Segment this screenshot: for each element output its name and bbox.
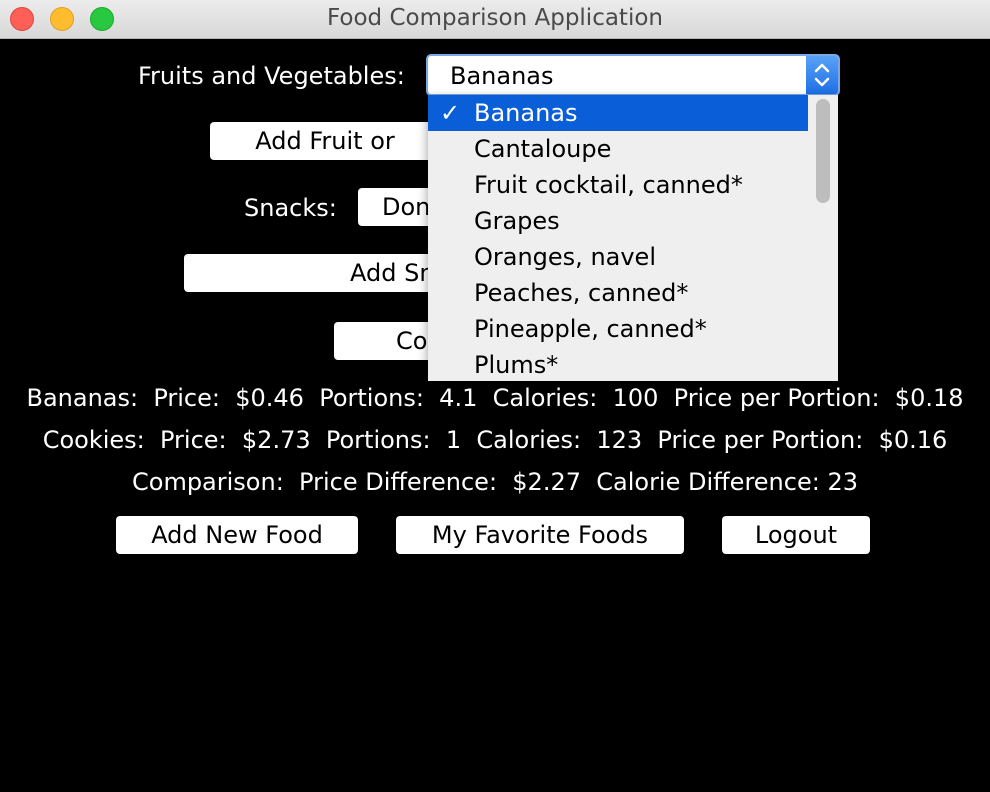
checkmark-icon: ✓ bbox=[440, 99, 461, 127]
fruits-combo-box[interactable]: Bananas bbox=[426, 54, 840, 96]
dropdown-option-peaches[interactable]: Peaches, canned* bbox=[428, 275, 808, 311]
snacks-combo-value: Don bbox=[382, 193, 431, 221]
dropdown-option-fruit-cocktail[interactable]: Fruit cocktail, canned* bbox=[428, 167, 808, 203]
logout-button[interactable]: Logout bbox=[722, 516, 870, 554]
snacks-label: Snacks: bbox=[244, 194, 337, 222]
snack-info-line: Cookies: Price: $2.73 Portions: 1 Calori… bbox=[42, 426, 948, 454]
dropdown-option-oranges[interactable]: Oranges, navel bbox=[428, 239, 808, 275]
combo-arrows-icon[interactable] bbox=[806, 56, 838, 94]
app-window: Food Comparison Application Fruits and V… bbox=[0, 0, 990, 792]
fruit-info-line: Bananas: Price: $0.46 Portions: 4.1 Calo… bbox=[26, 384, 964, 412]
title-bar: Food Comparison Application bbox=[0, 0, 990, 39]
scrollbar-thumb[interactable] bbox=[816, 99, 830, 203]
dropdown-option-bananas[interactable]: ✓ Bananas bbox=[428, 95, 808, 131]
compare-button-label: Co bbox=[396, 327, 428, 355]
option-label: Plums* bbox=[474, 351, 559, 379]
option-label: Grapes bbox=[474, 207, 560, 235]
fruits-dropdown-list: ✓ Bananas Cantaloupe Fruit cocktail, can… bbox=[428, 95, 838, 381]
dropdown-option-plums[interactable]: Plums* bbox=[428, 347, 808, 381]
fruits-combo-value: Bananas bbox=[450, 62, 554, 90]
my-favorite-foods-button[interactable]: My Favorite Foods bbox=[396, 516, 684, 554]
option-label: Fruit cocktail, canned* bbox=[474, 171, 743, 199]
option-label: Bananas bbox=[474, 99, 578, 127]
dropdown-option-grapes[interactable]: Grapes bbox=[428, 203, 808, 239]
add-fruit-button-label: Add Fruit or bbox=[255, 127, 395, 155]
option-label: Cantaloupe bbox=[474, 135, 612, 163]
add-new-food-button[interactable]: Add New Food bbox=[116, 516, 358, 554]
add-snack-button-label: Add Sn bbox=[350, 259, 435, 287]
option-label: Oranges, navel bbox=[474, 243, 656, 271]
dropdown-scrollbar[interactable] bbox=[808, 95, 838, 381]
option-label: Peaches, canned* bbox=[474, 279, 689, 307]
option-label: Pineapple, canned* bbox=[474, 315, 707, 343]
comparison-info-line: Comparison: Price Difference: $2.27 Calo… bbox=[132, 468, 858, 496]
dropdown-option-cantaloupe[interactable]: Cantaloupe bbox=[428, 131, 808, 167]
fruits-label: Fruits and Vegetables: bbox=[138, 62, 405, 90]
dropdown-option-pineapple[interactable]: Pineapple, canned* bbox=[428, 311, 808, 347]
window-title: Food Comparison Application bbox=[327, 5, 663, 31]
